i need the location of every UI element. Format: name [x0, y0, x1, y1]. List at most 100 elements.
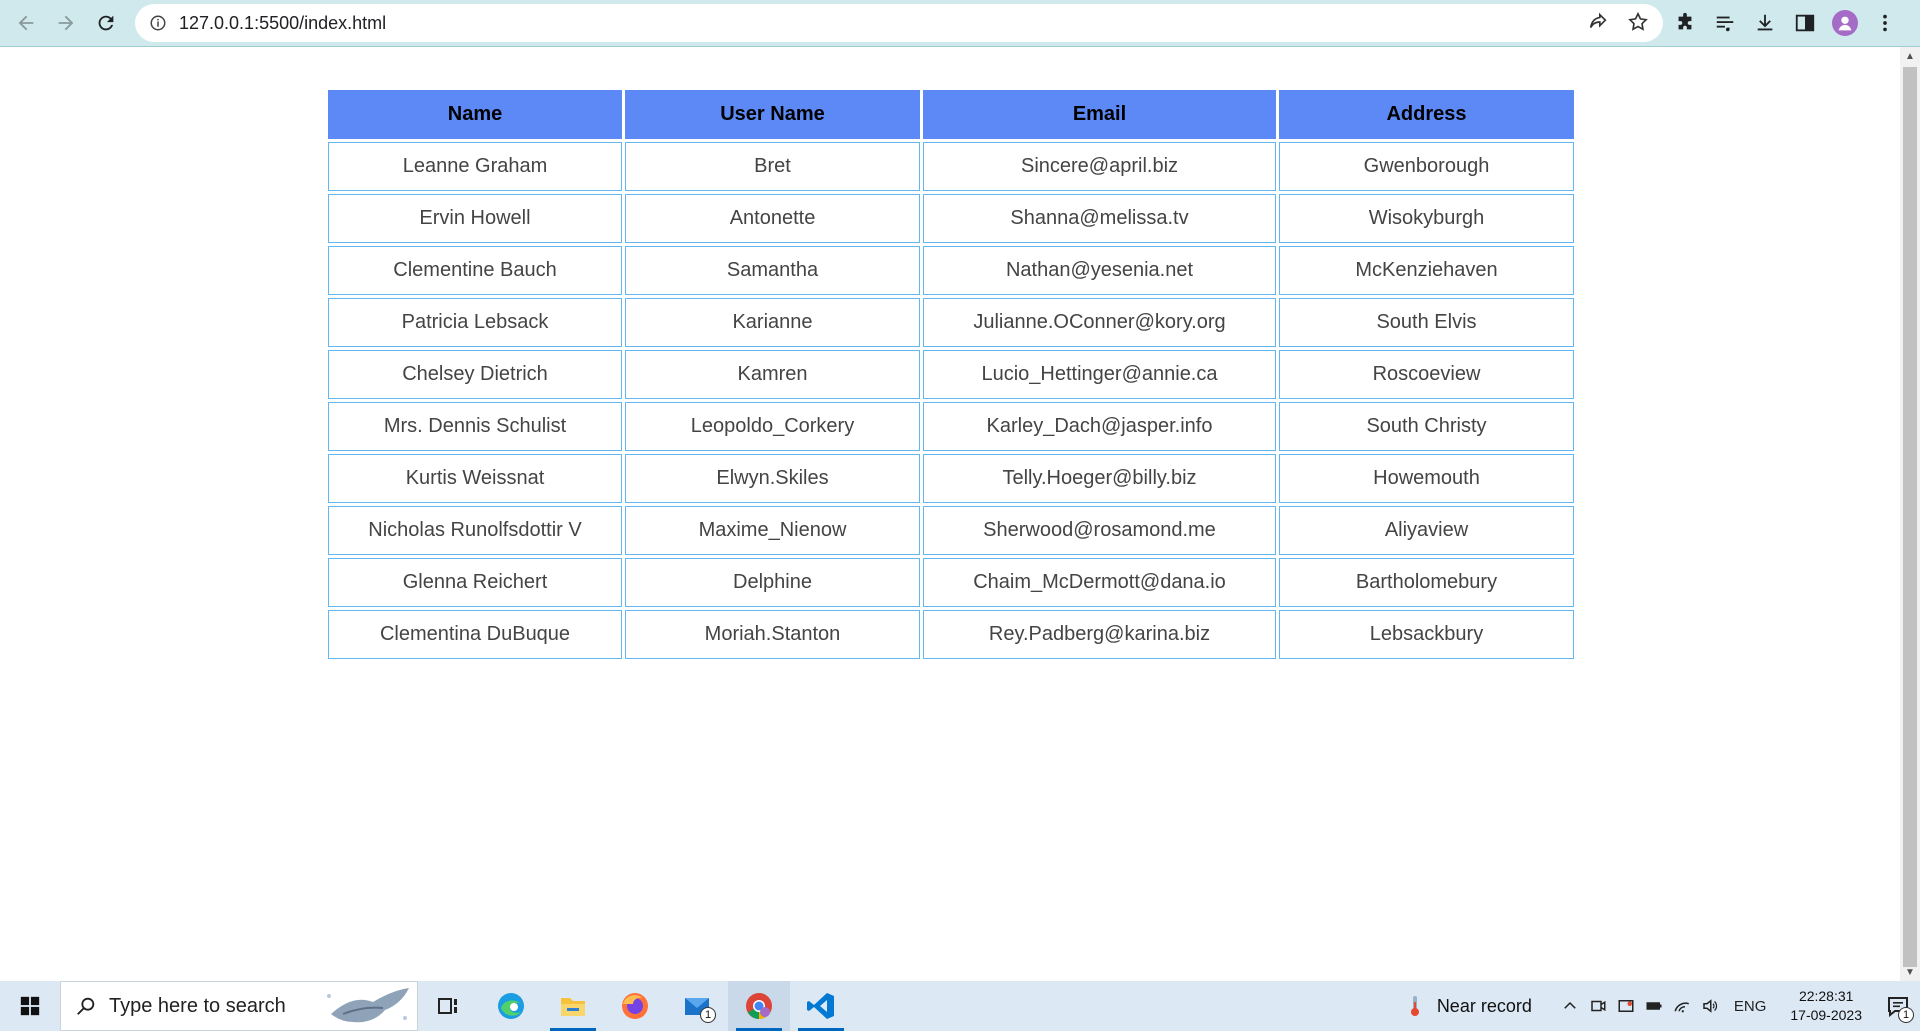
language-indicator[interactable]: ENG — [1734, 998, 1767, 1015]
edge-app[interactable] — [480, 981, 542, 1031]
cell-username: Kamren — [625, 350, 920, 399]
kebab-menu-icon — [1883, 14, 1887, 32]
profile-icon — [1838, 16, 1852, 31]
wifi-icon — [1674, 1002, 1689, 1013]
file-explorer-app[interactable] — [542, 981, 604, 1031]
clock-time: 22:28:31 — [1798, 988, 1854, 1004]
mail-app[interactable]: 1 — [666, 981, 728, 1031]
scroll-down-button[interactable]: ▼ — [1900, 963, 1920, 981]
app-tray-button[interactable] — [1612, 981, 1640, 1031]
cell-email: Karley_Dach@jasper.info — [923, 402, 1276, 451]
page-scrollbar[interactable]: ▲ ▼ — [1900, 47, 1920, 981]
clock-date: 17-09-2023 — [1790, 1007, 1862, 1023]
table-row: Glenna Reichert Delphine Chaim_McDermott… — [328, 558, 1574, 607]
cell-email: Julianne.OConner@kory.org — [923, 298, 1276, 347]
cell-address: Lebsackbury — [1279, 610, 1574, 659]
table-row: Chelsey Dietrich Kamren Lucio_Hettinger@… — [328, 350, 1574, 399]
table-row: Nicholas Runolfsdottir V Maxime_Nienow S… — [328, 506, 1574, 555]
windows-logo-icon — [20, 996, 40, 1016]
share-icon[interactable] — [1587, 11, 1609, 33]
cell-name: Mrs. Dennis Schulist — [328, 402, 622, 451]
weather-widget[interactable]: Near record — [1403, 992, 1532, 1020]
reload-button[interactable] — [86, 3, 126, 43]
network-button[interactable] — [1668, 981, 1696, 1031]
avatar — [1832, 10, 1858, 36]
start-button[interactable] — [0, 981, 60, 1031]
battery-icon — [1646, 1002, 1662, 1010]
cell-name: Leanne Graham — [328, 142, 622, 191]
cell-username: Antonette — [625, 194, 920, 243]
chrome-icon — [746, 993, 772, 1019]
cell-username: Maxime_Nienow — [625, 506, 920, 555]
show-hidden-icons-button[interactable] — [1556, 981, 1584, 1031]
clock[interactable]: 22:28:31 17-09-2023 — [1790, 987, 1862, 1025]
star-icon[interactable] — [1627, 11, 1649, 33]
reload-icon — [98, 15, 114, 31]
cell-username: Delphine — [625, 558, 920, 607]
browser-toolbar: 127.0.0.1:5500/index.html — [0, 0, 1920, 46]
battery-button[interactable] — [1640, 981, 1668, 1031]
header-name: Name — [328, 90, 622, 139]
back-button[interactable] — [6, 3, 46, 43]
vscode-app[interactable] — [790, 981, 852, 1031]
camera-icon — [1591, 1000, 1606, 1012]
cell-email: Lucio_Hettinger@annie.ca — [923, 350, 1276, 399]
info-icon — [150, 15, 166, 31]
profile-button[interactable] — [1832, 6, 1858, 40]
meet-tray-button[interactable] — [1584, 981, 1612, 1031]
mail-badge: 1 — [700, 1007, 716, 1023]
task-view-button[interactable] — [418, 981, 480, 1031]
system-tray: Near record ENG 22:28:31 17-09-2023 1 — [1403, 981, 1920, 1031]
cell-email: Sincere@april.biz — [923, 142, 1276, 191]
notification-badge: 1 — [1898, 1007, 1914, 1023]
cell-email: Chaim_McDermott@dana.io — [923, 558, 1276, 607]
cell-username: Samantha — [625, 246, 920, 295]
cell-address: Howemouth — [1279, 454, 1574, 503]
scroll-up-button[interactable]: ▲ — [1900, 47, 1920, 65]
cell-email: Rey.Padberg@karina.biz — [923, 610, 1276, 659]
cell-address: Wisokyburgh — [1279, 194, 1574, 243]
vscode-icon — [807, 993, 834, 1019]
volume-button[interactable] — [1696, 981, 1724, 1031]
cell-address: McKenziehaven — [1279, 246, 1574, 295]
cell-name: Patricia Lebsack — [328, 298, 622, 347]
taskbar: Type here to search 1 Near record ENG 22… — [0, 981, 1920, 1031]
cell-username: Leopoldo_Corkery — [625, 402, 920, 451]
users-table: Name User Name Email Address Leanne Grah… — [325, 87, 1577, 662]
cell-username: Karianne — [625, 298, 920, 347]
header-email: Email — [923, 90, 1276, 139]
menu-button[interactable] — [1872, 6, 1898, 40]
side-panel-button[interactable] — [1792, 6, 1818, 40]
taskbar-search[interactable]: Type here to search — [60, 981, 418, 1031]
scroll-thumb[interactable] — [1903, 67, 1917, 967]
speaker-icon — [1703, 999, 1717, 1013]
chrome-app[interactable] — [728, 981, 790, 1031]
forward-button[interactable] — [46, 3, 86, 43]
cell-address: South Christy — [1279, 402, 1574, 451]
cell-username: Moriah.Stanton — [625, 610, 920, 659]
cell-name: Chelsey Dietrich — [328, 350, 622, 399]
cell-name: Clementina DuBuque — [328, 610, 622, 659]
page-content: Name User Name Email Address Leanne Grah… — [0, 47, 1900, 981]
media-button[interactable] — [1712, 6, 1738, 40]
arrow-left-icon — [18, 15, 34, 31]
extensions-button[interactable] — [1672, 6, 1698, 40]
table-row: Patricia Lebsack Karianne Julianne.OConn… — [328, 298, 1574, 347]
chevron-up-icon — [1564, 1001, 1576, 1009]
playlist-icon — [1716, 16, 1734, 32]
weather-text: Near record — [1436, 995, 1532, 1016]
table-row: Leanne Graham Bret Sincere@april.biz Gwe… — [328, 142, 1574, 191]
table-row: Clementine Bauch Samantha Nathan@yesenia… — [328, 246, 1574, 295]
arrow-right-icon — [58, 15, 74, 31]
table-row: Kurtis Weissnat Elwyn.Skiles Telly.Hoege… — [328, 454, 1574, 503]
firefox-app[interactable] — [604, 981, 666, 1031]
table-row: Clementina DuBuque Moriah.Stanton Rey.Pa… — [328, 610, 1574, 659]
address-bar[interactable]: 127.0.0.1:5500/index.html — [135, 4, 1663, 42]
cell-address: Aliyaview — [1279, 506, 1574, 555]
download-icon — [1757, 14, 1773, 31]
downloads-button[interactable] — [1752, 6, 1778, 40]
cell-address: Roscoeview — [1279, 350, 1574, 399]
notifications-button[interactable]: 1 — [1876, 981, 1920, 1031]
cell-email: Sherwood@rosamond.me — [923, 506, 1276, 555]
cell-name: Nicholas Runolfsdottir V — [328, 506, 622, 555]
